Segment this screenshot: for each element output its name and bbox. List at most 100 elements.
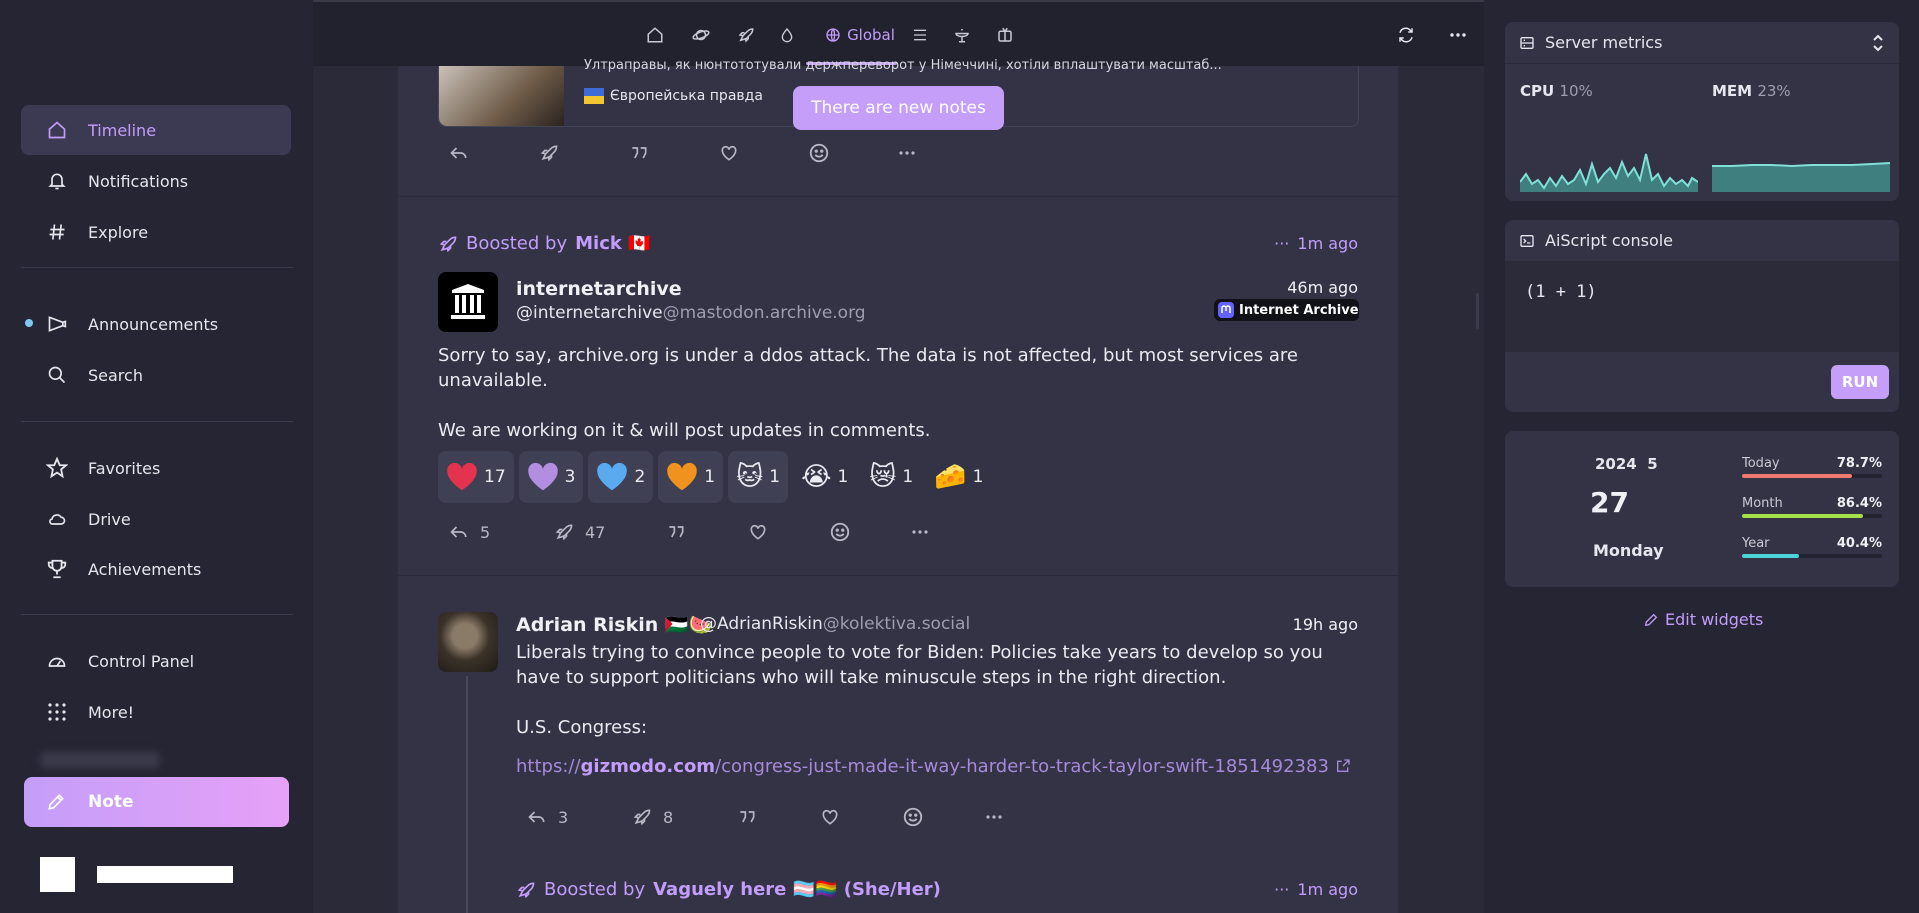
link-scheme: https://: [516, 756, 581, 777]
reply-button[interactable]: 5: [448, 522, 553, 542]
note-timestamp[interactable]: 19h ago: [1293, 615, 1358, 634]
sidebar-item-announcements[interactable]: Announcements: [21, 299, 291, 349]
tab-local[interactable]: [689, 22, 713, 48]
sidebar-item-control-panel[interactable]: Control Panel: [21, 636, 291, 686]
terminal-icon: [1520, 234, 1534, 247]
sidebar-item-search[interactable]: Search: [21, 350, 291, 400]
boost-time[interactable]: ··· 1m ago: [1274, 234, 1358, 253]
sidebar-item-more[interactable]: More!: [21, 687, 291, 737]
react-button[interactable]: [902, 806, 985, 828]
tab-bubble[interactable]: [775, 22, 799, 48]
resize-handle[interactable]: [1476, 293, 1479, 329]
sidebar-item-drive[interactable]: Drive: [21, 494, 291, 544]
new-notes-button[interactable]: There are new notes: [793, 86, 1004, 130]
boost-time[interactable]: ··· 1m ago: [1274, 880, 1358, 899]
purple-heart-icon: [527, 462, 559, 492]
favorite-button[interactable]: [819, 807, 902, 827]
progress-value: 40.4%: [1836, 536, 1882, 551]
note-more-button[interactable]: [911, 530, 929, 534]
react-button[interactable]: [808, 142, 898, 164]
reaction-orange-heart[interactable]: 1: [658, 451, 724, 503]
preview-source: Європейська правда: [584, 88, 763, 104]
account-name[interactable]: [97, 866, 233, 883]
left-sidebar: Timeline Notifications Explore Announcem…: [0, 0, 313, 913]
booster-name[interactable]: Mick 🇨🇦: [575, 233, 650, 254]
quote-icon: [740, 811, 755, 823]
preview-description: Ултраправы, як нюнтототували держперевор…: [584, 58, 1222, 73]
favorite-button[interactable]: [718, 143, 808, 163]
author-handle[interactable]: @AdrianRiskin@kolektiva.social: [700, 614, 970, 634]
aiscript-code-input[interactable]: (1 + 1): [1505, 262, 1899, 352]
aiscript-console-widget: AiScript console (1 + 1) RUN: [1505, 220, 1899, 412]
quote-button[interactable]: [628, 143, 718, 163]
ellipsis-icon: [899, 151, 915, 155]
sidebar-item-favorites[interactable]: Favorites: [21, 443, 291, 493]
sidebar-item-label: More!: [88, 702, 135, 722]
note-more-button[interactable]: [898, 151, 916, 155]
reaction-cat-cry[interactable]: 😿 1: [861, 451, 921, 503]
reaction-cheese[interactable]: 🧀 1: [926, 451, 991, 503]
tab-global[interactable]: Global: [818, 22, 902, 48]
renote-button[interactable]: 47: [553, 522, 665, 542]
refresh-icon: [1396, 26, 1416, 44]
quote-button[interactable]: [736, 807, 819, 827]
renote-button[interactable]: [538, 143, 628, 163]
run-button[interactable]: RUN: [1831, 365, 1889, 399]
booster-name[interactable]: Vaguely here 🏳️‍⚧️🏳️‍🌈 (She/Her): [653, 879, 941, 900]
handle-host: @mastodon.archive.org: [662, 303, 866, 323]
sidebar-divider: [21, 421, 293, 422]
reaction-cat[interactable]: 🐱 1: [728, 451, 789, 503]
orange-heart-icon: [666, 462, 698, 492]
author-handle[interactable]: @internetarchive@mastodon.archive.org: [516, 303, 866, 323]
external-link[interactable]: https://gizmodo.com/congress-just-made-i…: [516, 756, 1351, 777]
sidebar-item-label: Control Panel: [88, 651, 195, 671]
handle-user: @internetarchive: [516, 303, 663, 323]
react-button[interactable]: [829, 521, 911, 543]
note-text: Sorry to say, archive.org is under a ddo…: [438, 345, 1298, 391]
boost-header: Boosted by Vaguely here 🏳️‍⚧️🏳️‍🌈 (She/H…: [516, 879, 941, 900]
tab-channels[interactable]: [993, 22, 1017, 48]
reaction-count: 1: [704, 467, 716, 487]
reaction-crying[interactable]: 😭 1: [793, 451, 856, 503]
reaction-red-heart[interactable]: 17: [438, 451, 514, 503]
sidebar-item-achievements[interactable]: Achievements: [21, 544, 291, 594]
tab-social[interactable]: [734, 22, 758, 48]
account-avatar[interactable]: [40, 857, 75, 892]
tab-home[interactable]: [643, 22, 667, 48]
note-button[interactable]: Note: [24, 777, 289, 827]
reaction-count: 2: [634, 467, 646, 487]
sidebar-item-timeline[interactable]: Timeline: [21, 105, 291, 155]
avatar[interactable]: [438, 612, 498, 672]
rocket-icon: [737, 26, 755, 44]
more-options-button[interactable]: [1445, 22, 1471, 48]
reaction-purple-heart[interactable]: 3: [518, 451, 584, 503]
quote-button[interactable]: [665, 522, 747, 542]
grid-dots-icon: [46, 701, 68, 723]
note-separator: [398, 196, 1398, 197]
sidebar-item-notifications[interactable]: Notifications: [21, 156, 291, 206]
ellipsis-icon: [912, 530, 928, 534]
reply-button[interactable]: [448, 143, 538, 163]
star-icon: [46, 457, 68, 479]
favorite-button[interactable]: [747, 522, 829, 542]
reaction-count: 1: [769, 467, 781, 487]
boost-prefix: Boosted by: [466, 233, 568, 254]
edit-widgets-button[interactable]: Edit widgets: [1643, 610, 1763, 629]
reload-button[interactable]: [1393, 22, 1419, 48]
sidebar-item-explore[interactable]: Explore: [21, 207, 291, 257]
rocket-icon: [439, 235, 457, 252]
tab-lists[interactable]: [908, 22, 932, 48]
note-more-button[interactable]: [985, 815, 1003, 819]
avatar[interactable]: [438, 272, 498, 332]
renote-button[interactable]: 8: [631, 807, 736, 827]
tab-antennas[interactable]: [950, 22, 974, 48]
note-timestamp[interactable]: 46m ago: [1287, 278, 1358, 297]
expand-collapse-icon[interactable]: [1871, 33, 1885, 53]
author-name[interactable]: internetarchive: [516, 278, 682, 300]
reply-button[interactable]: 3: [526, 807, 631, 827]
crying-emoji-icon: 😭: [801, 462, 832, 492]
reaction-blue-heart[interactable]: 2: [588, 451, 654, 503]
author-name[interactable]: Adrian Riskin 🇵🇸🍉: [516, 613, 712, 636]
calendar-year-month: 2024 5: [1595, 455, 1658, 473]
progress-fill: [1742, 554, 1799, 558]
